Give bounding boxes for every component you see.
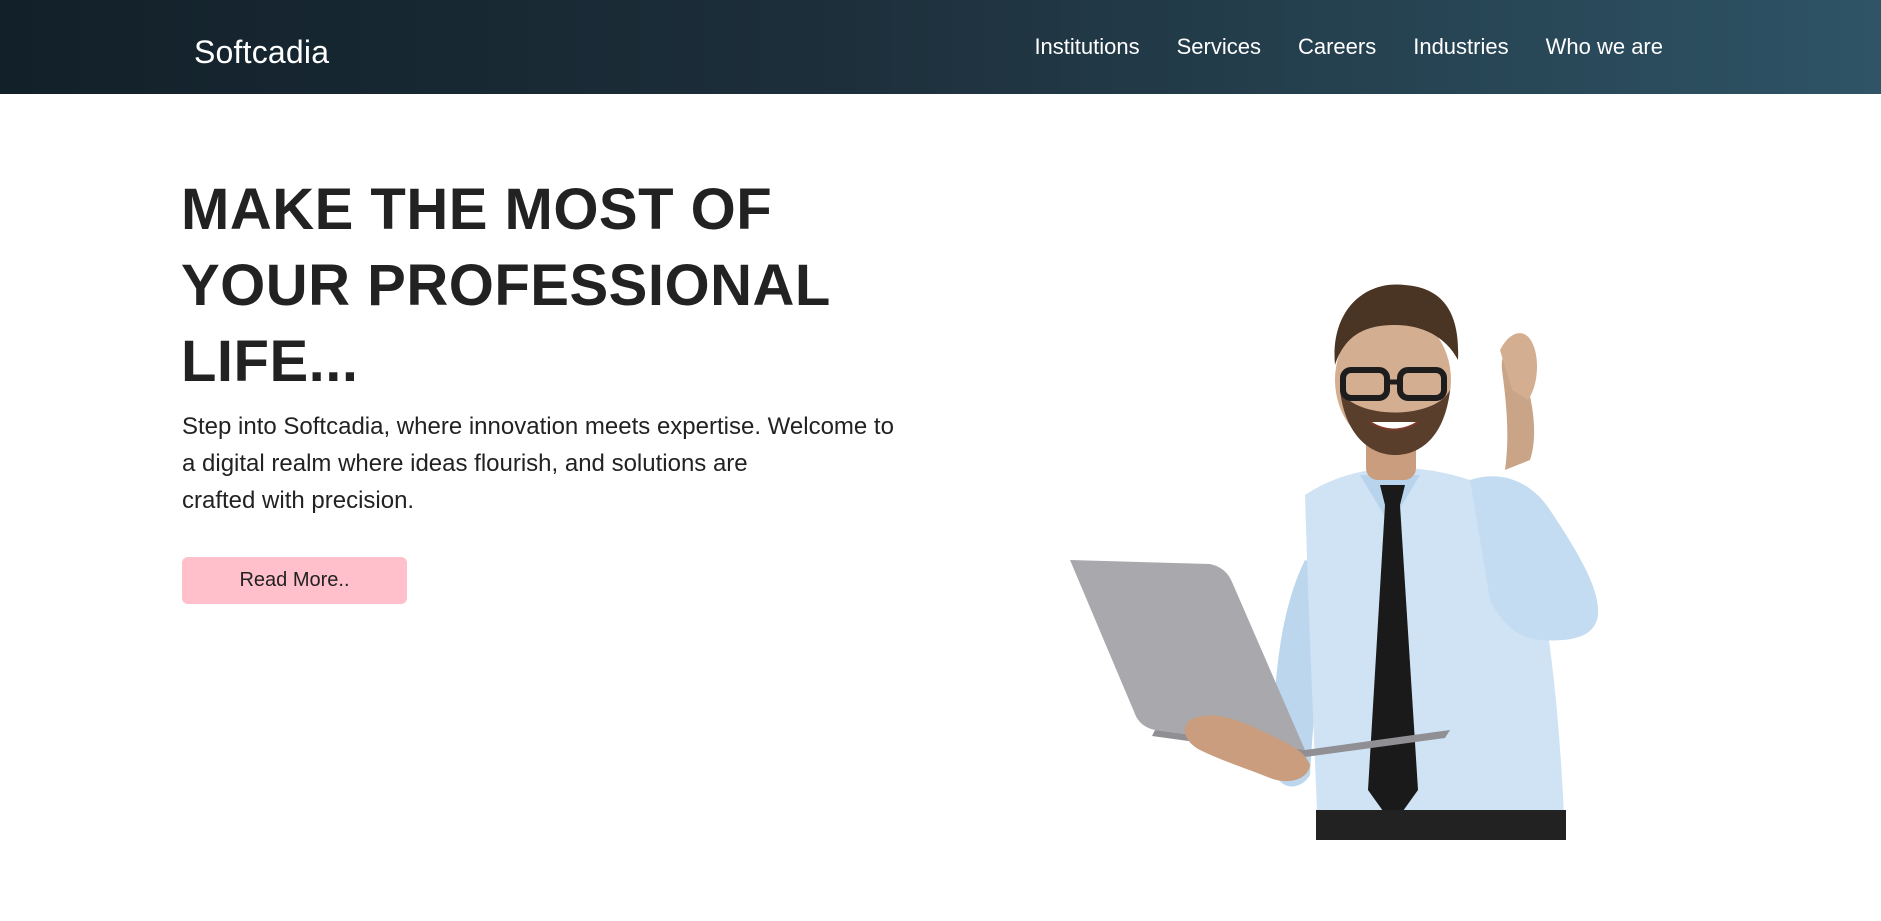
brand-logo[interactable]: Softcadia [194,34,329,71]
nav-link-careers[interactable]: Careers [1298,34,1376,60]
read-more-button[interactable]: Read More.. [182,557,407,604]
hero-description-line: crafted with precision. [182,487,415,514]
hero-description: Step into Softcadia, where innovation me… [182,408,942,519]
hero-title-line: YOUR PROFESSIONAL [181,253,831,318]
hero-title-line: MAKE THE MOST OF [181,177,773,242]
navbar: Softcadia Institutions Services Careers … [0,0,1881,94]
nav-link-services[interactable]: Services [1177,34,1261,60]
nav-link-industries[interactable]: Industries [1413,34,1508,60]
nav-link-institutions[interactable]: Institutions [1034,34,1139,60]
hero-title: MAKE THE MOST OF YOUR PROFESSIONAL LIFE.… [181,172,841,400]
nav-menu: Institutions Services Careers Industries… [1034,34,1663,60]
hero-businessman-image [1070,284,1599,840]
hero-title-line: LIFE... [181,329,359,394]
hero-description-line: a digital realm where ideas flourish, an… [182,450,748,477]
nav-link-who-we-are[interactable]: Who we are [1546,34,1663,60]
hero-description-line: Step into Softcadia, where innovation me… [182,413,894,440]
